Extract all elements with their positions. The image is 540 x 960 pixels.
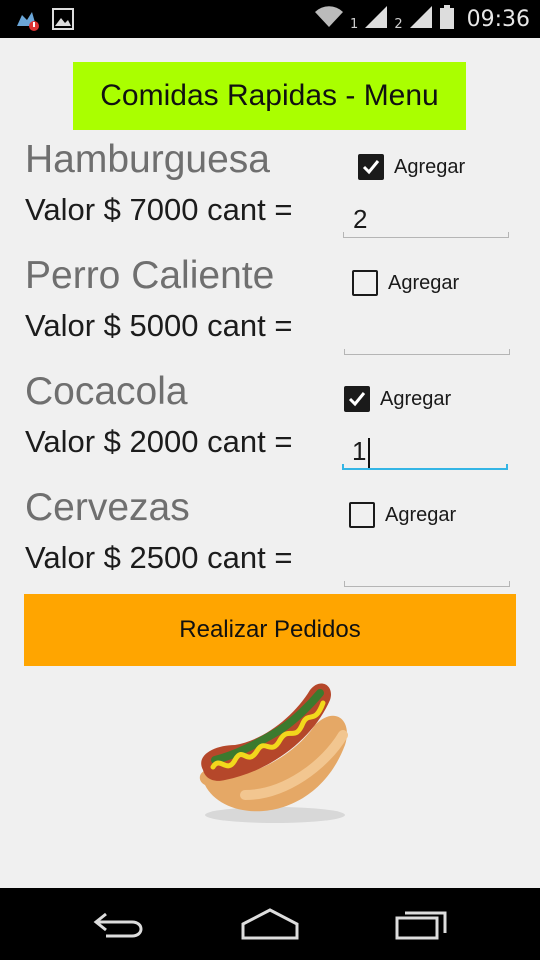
checkbox-label: Agregar (388, 271, 460, 294)
checkbox-unchecked-icon[interactable] (352, 270, 378, 296)
image-icon (52, 8, 74, 34)
hotdog-image (185, 675, 360, 834)
add-checkbox-cervezas[interactable]: Agregar (349, 502, 456, 528)
checkbox-checked-icon[interactable] (344, 386, 370, 412)
signal-icon (409, 5, 433, 33)
item-price-cervezas: Valor $ 2500 cant = (25, 540, 293, 575)
item-name-perro-caliente: Perro Caliente (25, 254, 275, 297)
qty-input-cervezas[interactable] (344, 553, 510, 587)
item-price-hamburguesa: Valor $ 7000 cant = (25, 192, 293, 227)
add-checkbox-hamburguesa[interactable]: Agregar (358, 154, 465, 180)
sim2-label: 2 (394, 16, 403, 32)
item-price-perro-caliente: Valor $ 5000 cant = (25, 308, 293, 343)
checkbox-unchecked-icon[interactable] (349, 502, 375, 528)
page-title: Comidas Rapidas - Menu (73, 62, 466, 130)
sim1-label: 1 (350, 16, 359, 32)
qty-input-hamburguesa[interactable]: 2 (343, 204, 509, 238)
item-price-cocacola: Valor $ 2000 cant = (25, 424, 293, 459)
item-name-cervezas: Cervezas (25, 486, 190, 529)
qty-input-cocacola[interactable]: 1 (342, 436, 508, 470)
signal-icon (364, 5, 388, 33)
notification-app-icon (14, 6, 40, 36)
checkbox-label: Agregar (394, 155, 466, 178)
qty-value: 2 (353, 204, 368, 234)
add-checkbox-cocacola[interactable]: Agregar (344, 386, 451, 412)
place-order-button[interactable]: Realizar Pedidos (24, 594, 516, 666)
status-bar: 1 2 09:36 (0, 0, 540, 38)
navigation-bar (0, 888, 540, 960)
text-cursor (368, 438, 371, 469)
checkbox-label: Agregar (380, 387, 452, 410)
clock: 09:36 (466, 6, 530, 32)
battery-icon (439, 4, 455, 34)
item-name-hamburguesa: Hamburguesa (25, 138, 270, 181)
wifi-icon (314, 5, 344, 33)
home-icon[interactable] (240, 906, 300, 946)
checkbox-checked-icon[interactable] (358, 154, 384, 180)
recent-apps-icon[interactable] (393, 906, 449, 946)
add-checkbox-perro-caliente[interactable]: Agregar (352, 270, 459, 296)
qty-input-perro-caliente[interactable] (344, 321, 510, 355)
item-name-cocacola: Cocacola (25, 370, 188, 413)
back-icon[interactable] (92, 906, 148, 946)
checkbox-label: Agregar (385, 503, 457, 526)
qty-value: 1 (352, 436, 367, 466)
